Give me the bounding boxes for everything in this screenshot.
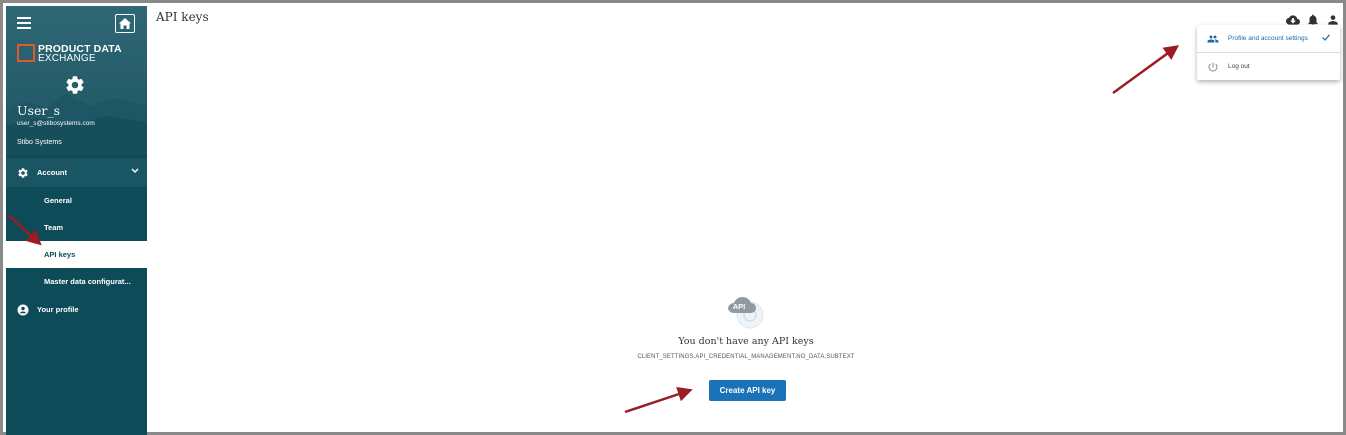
sidebar-item-master-data-configuration[interactable]: Master data configurat...: [6, 268, 147, 295]
account-circle-icon: [17, 304, 29, 315]
sidebar-item-your-profile-label: Your profile: [37, 305, 79, 314]
user-email: user_s@stibosystems.com: [17, 120, 95, 127]
logo-square: [17, 44, 35, 62]
power-icon: [1208, 62, 1218, 71]
app-window: PRODUCT DATA EXCHANGE User_s user_s@stib…: [0, 0, 1346, 435]
sidebar-item-general[interactable]: General: [6, 187, 147, 214]
create-api-key-button[interactable]: Create API key: [709, 380, 786, 401]
menu-item-log-out-label: Log out: [1228, 63, 1250, 70]
gear-icon: [18, 167, 28, 178]
menu-item-profile-settings-label: Profile and account settings: [1228, 35, 1308, 42]
sidebar-nav: Account General Team API keys Master dat…: [6, 158, 147, 323]
hamburger-menu-icon[interactable]: [17, 17, 31, 29]
empty-state-subtext: CLIENT_SETTINGS.API_CREDENTIAL_MANAGEMEN…: [637, 354, 855, 360]
sidebar-item-your-profile[interactable]: Your profile: [6, 296, 147, 323]
people-icon: [1207, 35, 1219, 42]
logo-line2: EXCHANGE: [38, 53, 96, 64]
page-title: API keys: [156, 10, 209, 24]
product-data-exchange-logo: PRODUCT DATA EXCHANGE: [17, 44, 122, 64]
annotation-arrows: [7, 45, 1180, 414]
user-menu-dropdown: Profile and account settings Log out: [1197, 25, 1340, 80]
user-organization: Stibo Systems: [17, 139, 62, 146]
sidebar-item-account-label: Account: [37, 168, 67, 177]
sidebar-item-api-keys[interactable]: API keys: [6, 241, 147, 268]
annotation-arrow-profile-menu: [1112, 45, 1180, 95]
menu-item-profile-settings[interactable]: Profile and account settings: [1197, 25, 1340, 52]
check-icon: [1322, 34, 1330, 41]
gear-icon[interactable]: [64, 74, 86, 96]
sidebar: PRODUCT DATA EXCHANGE User_s user_s@stib…: [6, 6, 147, 435]
api-icon-label: API: [733, 302, 746, 311]
user-name: User_s: [17, 103, 60, 118]
api-cloud-icon: API: [723, 289, 767, 333]
chevron-down-icon[interactable]: [131, 168, 139, 174]
empty-state-title: You don't have any API keys: [678, 336, 814, 347]
annotation-arrow-create-button: [624, 387, 693, 414]
home-icon[interactable]: [115, 14, 135, 33]
menu-item-log-out[interactable]: Log out: [1197, 53, 1340, 80]
sidebar-item-team[interactable]: Team: [6, 214, 147, 241]
sidebar-item-account[interactable]: Account: [6, 158, 147, 187]
